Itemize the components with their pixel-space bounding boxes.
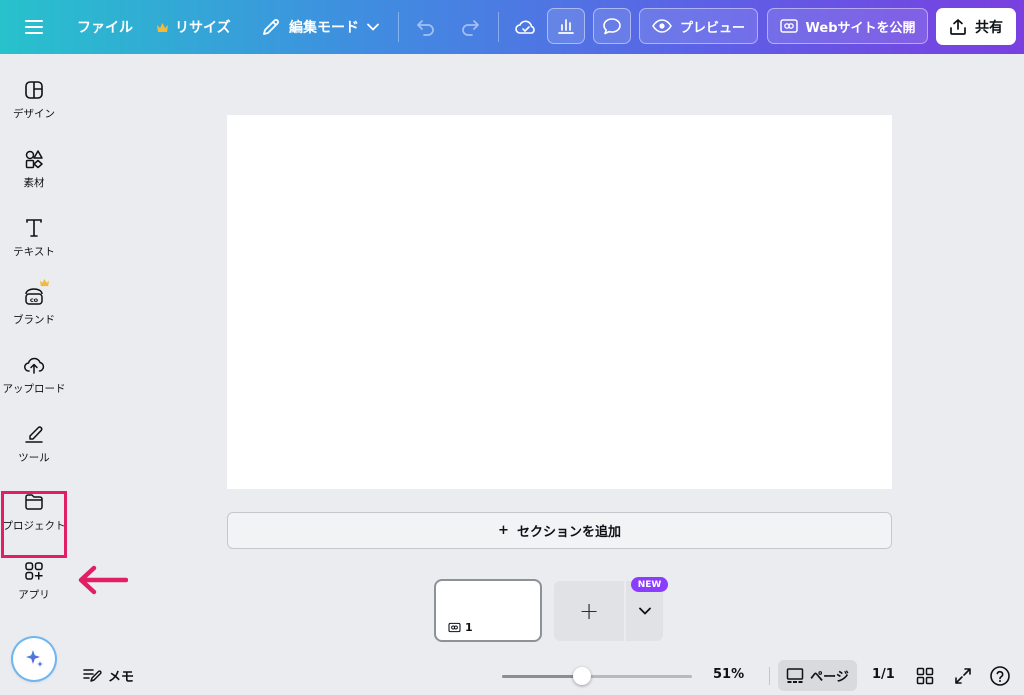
pages-label: ページ: [810, 670, 849, 685]
hamburger-icon: [25, 20, 43, 34]
website-icon: [779, 19, 798, 33]
notes-label: メモ: [108, 669, 135, 685]
publish-website-button[interactable]: Webサイトを公開: [767, 8, 928, 44]
add-section-label: セクションを追加: [516, 525, 621, 540]
page-count: 1/1: [872, 667, 895, 682]
insights-button[interactable]: [547, 8, 585, 44]
svg-text:co: co: [30, 296, 39, 304]
pages-view-button[interactable]: ページ: [778, 660, 857, 691]
comments-button[interactable]: [593, 8, 631, 44]
pages-icon: [786, 667, 804, 683]
sidebar-item-brand[interactable]: co ブランド: [0, 276, 68, 336]
cloud-save-status[interactable]: [514, 0, 538, 54]
sidebar-item-text[interactable]: テキスト: [0, 208, 68, 268]
crown-icon: [40, 278, 49, 287]
sidebar-item-elements[interactable]: 素材: [0, 139, 68, 199]
brand-icon: co: [22, 278, 49, 308]
help-button[interactable]: [989, 665, 1011, 687]
sidebar-item-tools[interactable]: ツール: [0, 414, 68, 474]
zoom-slider-handle[interactable]: [572, 667, 591, 685]
apps-icon: [22, 559, 46, 583]
notes-button[interactable]: メモ: [82, 664, 134, 686]
sparkle-icon: [26, 650, 43, 667]
menu-button[interactable]: [24, 0, 44, 54]
crown-icon: [157, 22, 168, 32]
sidebar-item-label: テキスト: [13, 246, 55, 258]
plus-icon: +: [578, 597, 600, 625]
add-page-button[interactable]: +: [554, 581, 624, 641]
top-toolbar: ファイル リサイズ 編集モード プレビュー Webサイトを公開 共有: [0, 0, 1024, 54]
sidebar-item-label: アップロード: [2, 383, 66, 395]
edit-mode-label: 編集モード: [289, 20, 359, 36]
speech-bubble-icon: [603, 18, 621, 35]
grid-icon: [916, 667, 934, 685]
undo-icon: [417, 20, 434, 36]
new-badge: NEW: [631, 577, 668, 592]
design-canvas[interactable]: [227, 115, 892, 489]
upload-icon: [22, 353, 46, 377]
resize-label: リサイズ: [175, 20, 231, 36]
notes-icon: [83, 669, 102, 682]
chevron-down-icon: [367, 23, 379, 31]
sidebar-item-design[interactable]: デザイン: [0, 70, 68, 130]
redo-icon: [462, 20, 479, 36]
plus-icon: +: [498, 523, 509, 538]
text-icon: [22, 216, 46, 240]
bottom-divider: [769, 667, 770, 685]
preview-label: プレビュー: [679, 20, 745, 36]
zoom-slider-track[interactable]: [502, 675, 692, 678]
sidebar-item-label: デザイン: [13, 108, 55, 120]
sidebar-item-label: アプリ: [18, 589, 50, 601]
add-section-button[interactable]: + セクションを追加: [227, 512, 892, 549]
design-icon: [22, 78, 46, 102]
pencil-icon: [263, 19, 279, 35]
page-thumbnail-label: 1: [448, 621, 473, 634]
sidebar-item-label: 素材: [23, 177, 45, 189]
chevron-down-icon: [638, 607, 651, 615]
sidebar-item-uploads[interactable]: アップロード: [0, 345, 68, 405]
share-button[interactable]: 共有: [936, 8, 1016, 45]
preview-button[interactable]: プレビュー: [639, 8, 758, 44]
page-thumbnail[interactable]: 1: [434, 579, 542, 642]
eye-icon: [652, 19, 672, 33]
redo-button[interactable]: [460, 0, 480, 54]
sidebar-item-apps[interactable]: アプリ: [0, 551, 68, 611]
left-sidebar: デザイン 素材 テキスト co ブランド アップロード ツール プロジェクト ア…: [0, 54, 68, 695]
cloud-check-icon: [515, 20, 535, 34]
sidebar-item-label: ブランド: [13, 314, 55, 326]
bar-chart-icon: [558, 19, 574, 34]
website-icon: [448, 622, 461, 633]
share-label: 共有: [975, 19, 1003, 36]
elements-icon: [22, 147, 46, 171]
page-number: 1: [465, 621, 473, 634]
fullscreen-button[interactable]: [952, 665, 974, 687]
zoom-percentage[interactable]: 51%: [713, 667, 744, 682]
annotation-arrow-icon: [78, 565, 128, 595]
toolbar-divider: [498, 12, 499, 42]
publish-label: Webサイトを公開: [805, 20, 916, 36]
apps-highlight-box: [1, 491, 67, 558]
help-icon: [990, 666, 1010, 686]
zoom-slider-fill: [502, 675, 582, 678]
share-upload-icon: [950, 18, 966, 35]
tools-icon: [22, 422, 46, 446]
expand-icon: [955, 668, 971, 684]
toolbar-divider: [398, 12, 399, 42]
undo-button[interactable]: [416, 0, 436, 54]
grid-view-button[interactable]: [914, 665, 936, 687]
edit-mode-dropdown[interactable]: 編集モード: [261, 0, 379, 54]
magic-assistant-button[interactable]: [13, 638, 55, 680]
sidebar-item-label: ツール: [18, 452, 50, 464]
file-menu-button[interactable]: ファイル: [77, 0, 133, 54]
resize-button[interactable]: リサイズ: [156, 0, 231, 54]
